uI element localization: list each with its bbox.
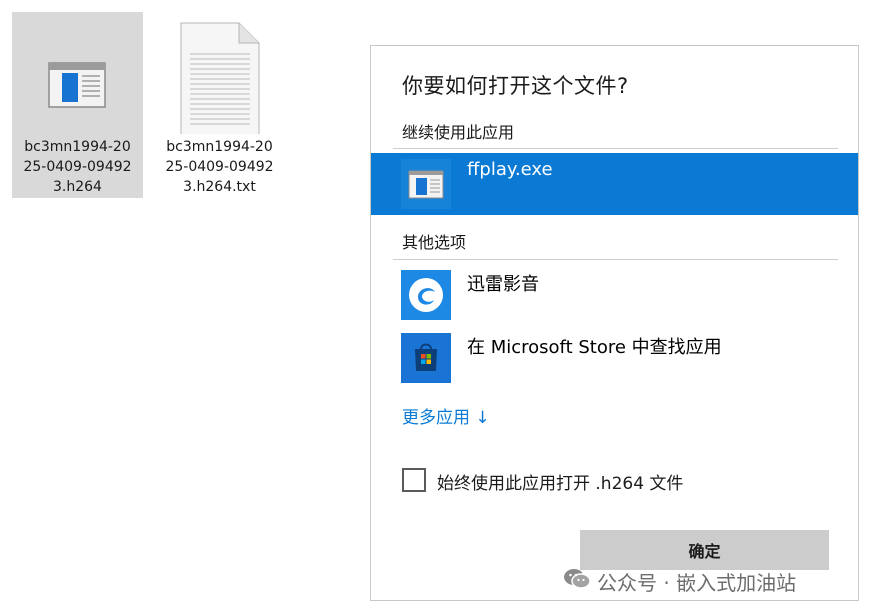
divider [393, 259, 838, 260]
file-item-txt[interactable]: bc3mn1994-20 25-0409-09492 3.h264.txt [154, 12, 285, 198]
app-option-ffplay[interactable]: ffplay.exe [371, 153, 858, 215]
watermark-text: 公众号 · 嵌入式加油站 [597, 570, 797, 595]
app-window-icon [401, 159, 451, 209]
app-option-store[interactable]: 在 Microsoft Store 中查找应用 [371, 327, 858, 389]
open-with-dialog: 你要如何打开这个文件? 继续使用此应用 ffplay.exe 其他选项 迅雷影音… [370, 45, 859, 601]
store-bag-icon [401, 333, 451, 383]
app-name: 迅雷影音 [467, 274, 539, 295]
file-name-line: 3.h264.txt [183, 179, 256, 195]
watermark: 公众号 · 嵌入式加油站 [563, 566, 796, 596]
file-item-h264[interactable]: bc3mn1994-20 25-0409-09492 3.h264 [12, 12, 143, 198]
app-name: 在 Microsoft Store 中查找应用 [467, 337, 722, 358]
file-name-line: bc3mn1994-20 [166, 139, 273, 155]
file-name-line: 25-0409-09492 [165, 159, 274, 175]
continue-section-label: 继续使用此应用 [402, 123, 515, 142]
other-section-label: 其他选项 [402, 233, 467, 252]
video-file-icon [12, 22, 143, 134]
ok-button[interactable]: 确定 [580, 530, 829, 570]
file-name-line: bc3mn1994-20 [24, 139, 131, 155]
file-name: bc3mn1994-20 25-0409-09492 3.h264 [16, 137, 139, 197]
xunlei-player-icon [401, 270, 451, 320]
app-name: ffplay.exe [467, 159, 553, 180]
dialog-title: 你要如何打开这个文件? [402, 74, 629, 98]
always-use-label: 始终使用此应用打开 .h264 文件 [437, 474, 684, 494]
app-option-xunlei[interactable]: 迅雷影音 [371, 264, 858, 326]
always-use-checkbox[interactable] [402, 468, 426, 492]
more-apps-link[interactable]: 更多应用 ↓ [402, 403, 490, 428]
wechat-icon [563, 567, 597, 596]
file-name-line: 25-0409-09492 [23, 159, 132, 175]
file-name: bc3mn1994-20 25-0409-09492 3.h264.txt [158, 137, 281, 197]
file-name-line: 3.h264 [53, 179, 102, 195]
text-file-icon [154, 22, 285, 138]
divider [393, 148, 838, 149]
